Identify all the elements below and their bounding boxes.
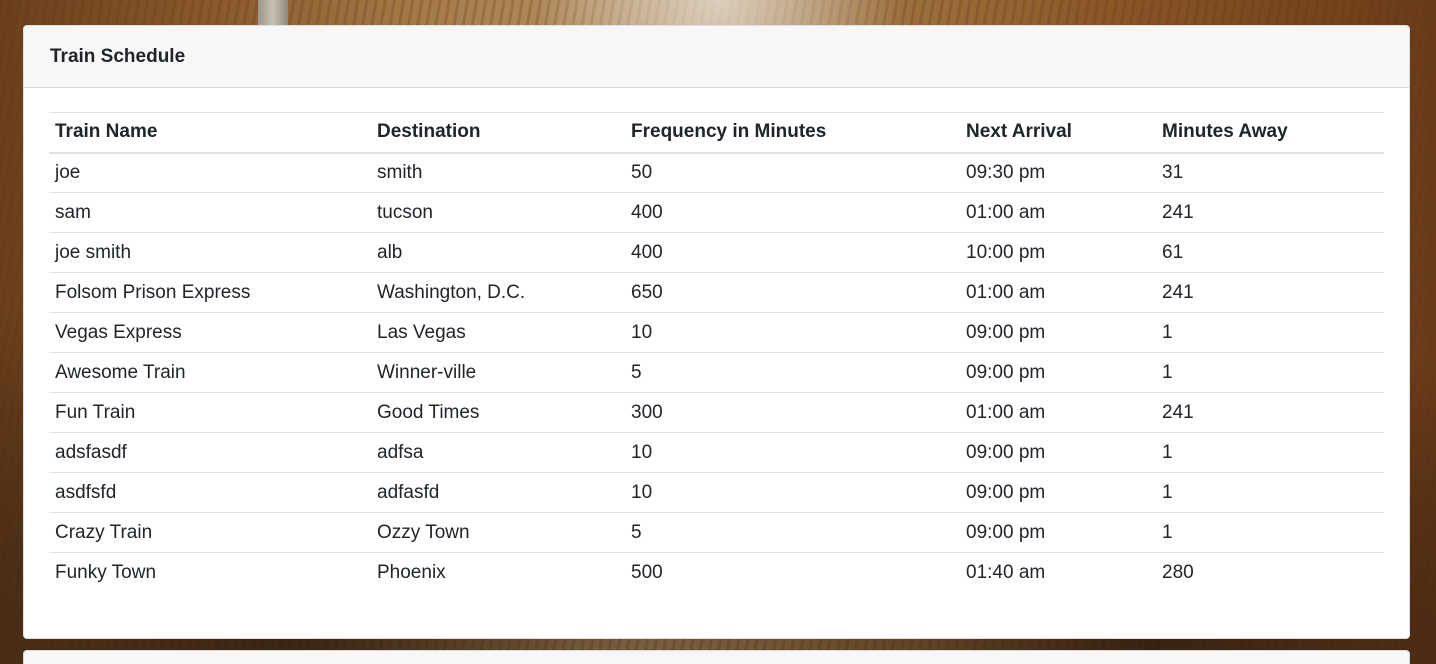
next-arrival-cell: 09:00 pm xyxy=(960,472,1156,513)
background-photo xyxy=(258,0,288,25)
destination-cell: Las Vegas xyxy=(371,312,625,353)
column-header-destination: Destination xyxy=(371,112,625,154)
frequency-cell: 5 xyxy=(625,352,960,393)
frequency-cell: 5 xyxy=(625,512,960,553)
table-header: Train Name Destination Frequency in Minu… xyxy=(49,112,1384,154)
destination-cell: Phoenix xyxy=(371,552,625,593)
table-row: Vegas Express Las Vegas 10 09:00 pm 1 xyxy=(49,312,1384,353)
column-header-minutes-away: Minutes Away xyxy=(1156,112,1384,154)
column-header-next-arrival: Next Arrival xyxy=(960,112,1156,154)
train-schedule-card: Train Schedule Train Name Destination Fr… xyxy=(23,25,1410,639)
table-row: joe smith alb 400 10:00 pm 61 xyxy=(49,232,1384,273)
destination-cell: smith xyxy=(377,161,423,183)
train-name-cell: asdfsfd xyxy=(49,472,371,513)
column-header-frequency: Frequency in Minutes xyxy=(625,112,960,154)
frequency-cell: 650 xyxy=(625,272,960,313)
train-name-cell: joe smith xyxy=(49,232,371,273)
minutes-away-cell: 1 xyxy=(1156,472,1384,513)
table-row: Funky Town Phoenix 500 01:40 am 280 xyxy=(49,552,1384,593)
table-row: Crazy Train Ozzy Town 5 09:00 pm 1 xyxy=(49,512,1384,553)
frequency-cell: 50 xyxy=(631,161,653,183)
secondary-card xyxy=(23,650,1410,664)
card-header: Train Schedule xyxy=(24,26,1409,88)
next-arrival-cell: 09:30 pm xyxy=(966,161,1046,183)
train-name-cell: joe xyxy=(55,161,81,183)
train-name-cell: adsfasdf xyxy=(49,432,371,473)
train-name-cell: Vegas Express xyxy=(49,312,371,353)
frequency-cell: 10 xyxy=(625,472,960,513)
minutes-away-cell: 241 xyxy=(1156,192,1384,233)
frequency-cell: 10 xyxy=(625,312,960,353)
table-row: Folsom Prison Express Washington, D.C. 650… xyxy=(49,272,1384,313)
minutes-away-cell: 31 xyxy=(1162,161,1184,183)
minutes-away-cell: 61 xyxy=(1156,232,1384,273)
card-title: Train Schedule xyxy=(50,45,186,67)
table-row: adsfasdf adfsa 10 09:00 pm 1 xyxy=(49,432,1384,473)
destination-cell: Winner-ville xyxy=(371,352,625,393)
minutes-away-cell: 1 xyxy=(1156,432,1384,473)
next-arrival-cell: 01:00 am xyxy=(960,272,1156,313)
frequency-cell: 500 xyxy=(625,552,960,593)
destination-cell: adfsa xyxy=(371,432,625,473)
minutes-away-cell: 1 xyxy=(1156,352,1384,393)
next-arrival-cell: 01:00 am xyxy=(960,192,1156,233)
table-row: joe smith 50 09:30 pm 31 xyxy=(49,153,1384,193)
table-row: Fun Train Good Times 300 01:00 am 241 xyxy=(49,392,1384,433)
next-arrival-cell: 10:00 pm xyxy=(960,232,1156,273)
table-row: Awesome Train Winner-ville 5 09:00 pm 1 xyxy=(49,352,1384,393)
next-arrival-cell: 09:00 pm xyxy=(960,512,1156,553)
train-name-cell: Awesome Train xyxy=(49,352,371,393)
next-arrival-cell: 01:00 am xyxy=(960,392,1156,433)
train-name-cell: Crazy Train xyxy=(49,512,371,553)
minutes-away-cell: 1 xyxy=(1156,312,1384,353)
destination-cell: Ozzy Town xyxy=(371,512,625,553)
frequency-cell: 300 xyxy=(625,392,960,433)
minutes-away-cell: 241 xyxy=(1156,392,1384,433)
minutes-away-cell: 280 xyxy=(1156,552,1384,593)
frequency-cell: 10 xyxy=(625,432,960,473)
minutes-away-cell: 1 xyxy=(1156,512,1384,553)
destination-cell: Washington, D.C. xyxy=(371,272,625,313)
train-name-cell: Folsom Prison Express xyxy=(49,272,371,313)
train-name-cell: sam xyxy=(49,192,371,233)
card-body: Train Name Destination Frequency in Minu… xyxy=(24,88,1409,593)
next-arrival-cell: 01:40 am xyxy=(960,552,1156,593)
train-name-cell: Fun Train xyxy=(49,392,371,433)
table-row: sam tucson 400 01:00 am 241 xyxy=(49,192,1384,233)
train-name-cell: Funky Town xyxy=(49,552,371,593)
destination-cell: Good Times xyxy=(371,392,625,433)
header-row: Train Name Destination Frequency in Minu… xyxy=(49,112,1384,154)
destination-cell: alb xyxy=(371,232,625,273)
column-header-train-name: Train Name xyxy=(49,112,371,154)
frequency-cell: 400 xyxy=(625,192,960,233)
schedule-table: Train Name Destination Frequency in Minu… xyxy=(49,112,1384,593)
next-arrival-cell: 09:00 pm xyxy=(960,432,1156,473)
table-row: asdfsfd adfasfd 10 09:00 pm 1 xyxy=(49,472,1384,513)
destination-cell: tucson xyxy=(371,192,625,233)
frequency-cell: 400 xyxy=(625,232,960,273)
next-arrival-cell: 09:00 pm xyxy=(960,352,1156,393)
minutes-away-cell: 241 xyxy=(1156,272,1384,313)
next-arrival-cell: 09:00 pm xyxy=(960,312,1156,353)
table-body: joe smith 50 09:30 pm 31 sam tucson 400 01:00 am… xyxy=(49,153,1384,593)
destination-cell: adfasfd xyxy=(371,472,625,513)
